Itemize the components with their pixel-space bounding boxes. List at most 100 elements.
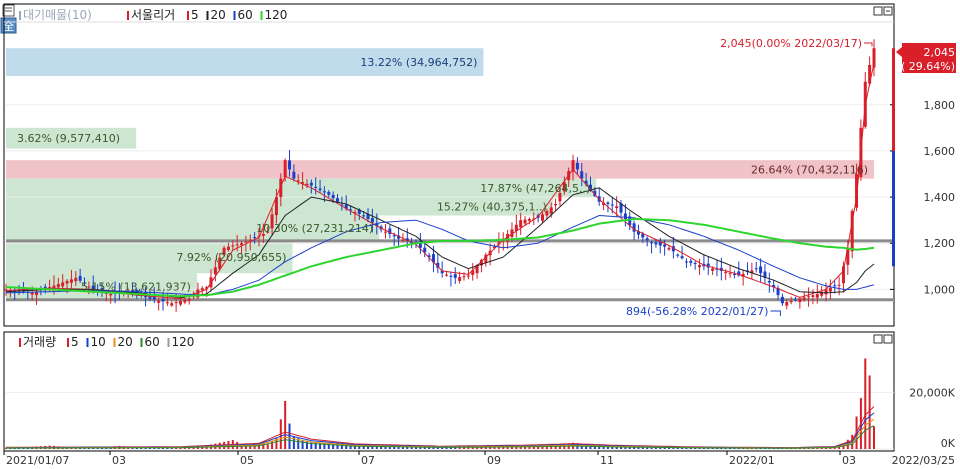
candle-body [615, 206, 619, 209]
supply-zone-label: 3.62% (9,577,410) [17, 132, 120, 145]
candle-body [231, 245, 235, 247]
minimize-icon[interactable] [873, 6, 883, 16]
candle-body [322, 191, 326, 193]
stock-chart-window: 全 13.22% (34,964,752) 3.62% (9,577,410) 26… [0, 0, 960, 469]
supply-zone-label: 26.64% (70,432,116) [751, 163, 868, 176]
candle-body [174, 302, 178, 304]
price-range-bar-up [892, 48, 895, 151]
candle-body [288, 160, 292, 170]
candle-body [654, 242, 658, 245]
candle-body [632, 223, 636, 232]
candle-body [606, 202, 610, 204]
legend-label: 서울리거 [131, 8, 175, 22]
candle-body [226, 246, 230, 251]
candle-body [724, 272, 728, 274]
candle-body [815, 294, 819, 298]
candle-body [466, 275, 470, 277]
candle-body [74, 277, 78, 282]
legend-marker [187, 11, 189, 20]
volume-minimize-icon[interactable] [873, 334, 883, 344]
candle-body [798, 298, 802, 303]
candle-body [65, 280, 69, 284]
candle-body [837, 284, 841, 286]
legend-label: 60 [145, 335, 160, 349]
price-tick-label: 1,600 [924, 145, 956, 158]
price-tick-label: 1,800 [924, 99, 956, 112]
legend-marker [113, 338, 116, 347]
candle-body [693, 263, 697, 265]
legend-label: 60 [238, 8, 253, 22]
candle-body [833, 285, 837, 287]
price-tick-label: 1,000 [924, 283, 956, 296]
candle-body [767, 281, 771, 283]
candle-body [148, 296, 152, 299]
current-price: 2,045 [924, 46, 956, 59]
candle-body [335, 198, 339, 202]
candle-body [56, 284, 60, 288]
candle-body [449, 275, 453, 277]
supply-zone [6, 160, 874, 179]
candle-body [519, 220, 523, 228]
candle-body [785, 302, 789, 306]
volume-bar [864, 358, 867, 449]
legend-marker [19, 11, 21, 20]
candle-body [807, 296, 811, 298]
candle-body [161, 299, 165, 302]
legend-label: 5 [191, 8, 199, 22]
candle-body [187, 298, 191, 301]
candle-body [802, 297, 806, 300]
candle-body [650, 242, 654, 244]
candle-body [165, 302, 169, 304]
candle-body [754, 268, 758, 270]
candle-body [523, 219, 527, 224]
date-tick-label: 09 [487, 454, 501, 467]
supply-zone-label: 5.15% (13,621,937) [81, 281, 191, 294]
volume-bar [266, 443, 269, 449]
toolbar: 全 [0, 4, 17, 34]
candle-body [327, 191, 331, 195]
volume-bar [284, 400, 287, 449]
legend-label: 120 [172, 335, 195, 349]
candle-body [667, 247, 671, 250]
candle-body [689, 260, 693, 263]
legend-label: 거래량 [23, 335, 56, 349]
high-annotation: 2,045(0.00% 2022/03/17) [720, 37, 862, 50]
candle-body [453, 274, 457, 278]
candle-body [676, 254, 680, 256]
candle-body [292, 171, 296, 179]
candle-body [401, 239, 405, 241]
supply-zone-label: 7.92% (20,950,655) [176, 251, 286, 264]
date-tick-label: 05 [240, 454, 254, 467]
candle-body [248, 239, 252, 241]
price-tick-label: 1,200 [924, 237, 956, 250]
candle-body [462, 276, 466, 278]
volume-tick-label: 0K [941, 437, 956, 450]
candle-body [235, 244, 239, 246]
date-tick-label: 2022/01 [729, 454, 775, 467]
volume-bar [271, 440, 274, 449]
candle-body [811, 295, 815, 297]
candle-body [645, 238, 649, 241]
volume-maximize-icon[interactable] [883, 334, 893, 344]
candle-body [318, 188, 322, 191]
candle-body [698, 265, 702, 268]
candle-body [789, 300, 793, 303]
candle-body [610, 204, 614, 206]
legend-label: 20 [211, 8, 226, 22]
legend-marker [140, 338, 143, 347]
candle-body [383, 231, 387, 233]
date-tick-label: 03 [112, 454, 126, 467]
candle-body [445, 274, 449, 276]
price-tick-label: 1,400 [924, 191, 956, 204]
candle-body [793, 299, 797, 301]
legend-marker [206, 11, 209, 20]
candle-body [623, 213, 627, 219]
legend-marker [86, 338, 89, 347]
candle-body [314, 186, 318, 188]
candle-body [759, 266, 763, 274]
candle-body [170, 303, 174, 306]
legend-marker [67, 338, 69, 347]
legend-marker [19, 338, 21, 347]
date-tick-label: 2021/01/07 [6, 454, 69, 467]
candle-body [554, 204, 558, 206]
